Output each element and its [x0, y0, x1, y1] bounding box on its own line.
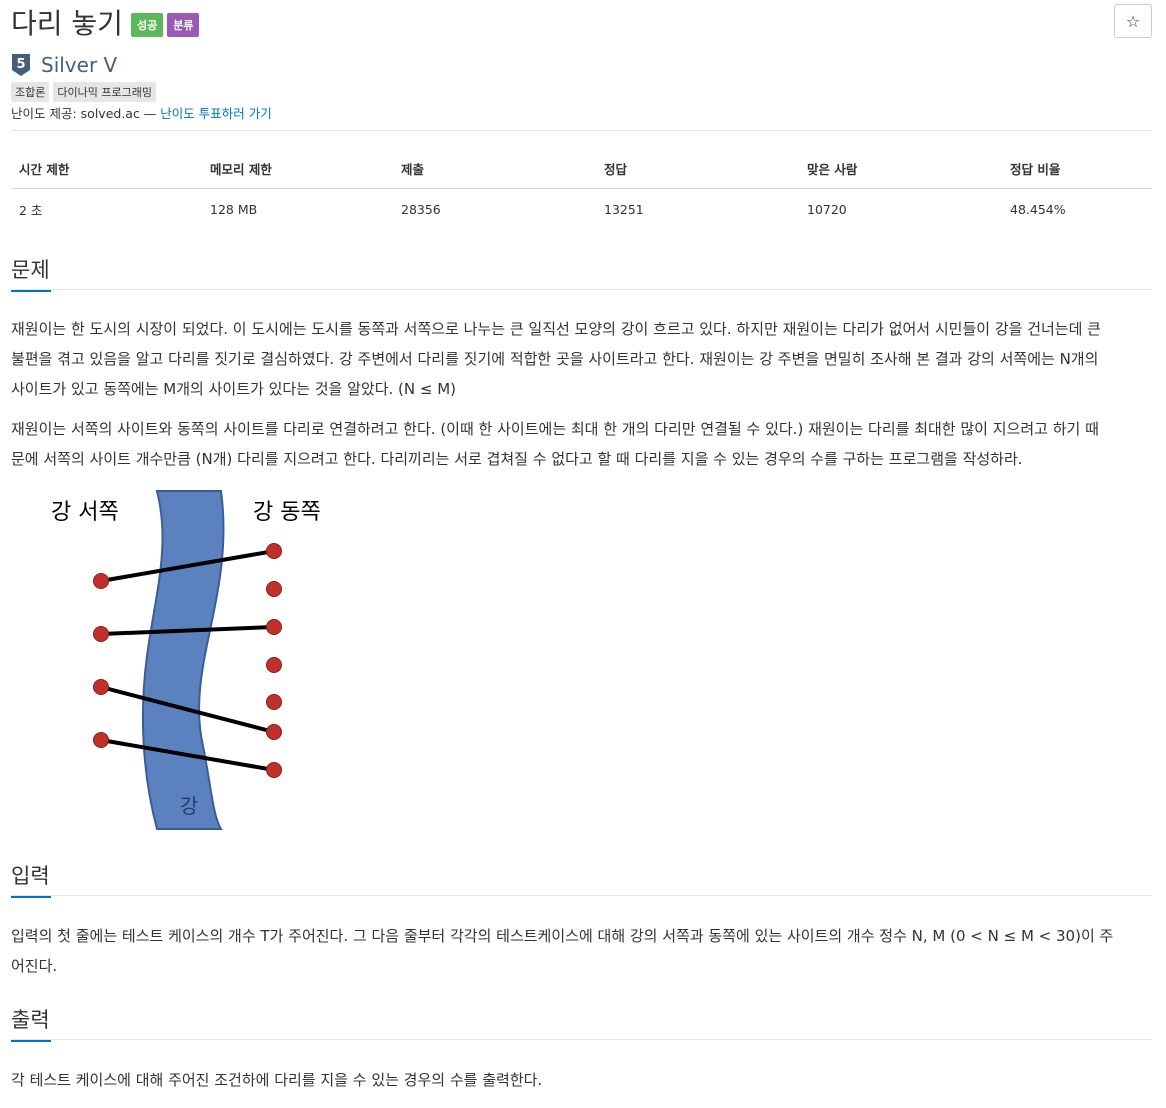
east-site	[266, 657, 282, 673]
east-bank-label: 강 동쪽	[253, 500, 321, 525]
vote-difficulty-link[interactable]: 난이도 투표하러 가기	[160, 106, 271, 121]
submissions-value[interactable]: 28356	[393, 189, 596, 231]
problem-line: 재원이는 서쪽의 사이트와 동쪽의 사이트를 다리로 연결하려고 한다. (이때…	[11, 420, 1099, 438]
stats-header-row: 시간 제한 메모리 제한 제출 정답 맞은 사람 정답 비율	[11, 148, 1152, 189]
east-site	[266, 762, 282, 778]
provider-text: 난이도 제공: solved.ac —	[11, 106, 157, 121]
east-site	[266, 581, 282, 597]
river-label: 강	[180, 794, 198, 818]
output-line: 각 테스트 케이스에 대해 주어진 조건하에 다리를 지을 수 있는 경우의 수…	[11, 1071, 543, 1089]
input-section-header: 입력	[11, 860, 1152, 898]
header-submissions: 제출	[393, 148, 596, 189]
problem-heading: 문제	[11, 258, 50, 282]
west-site	[93, 573, 109, 589]
difficulty-provider: 난이도 제공: solved.ac — 난이도 투표하러 가기	[11, 103, 272, 122]
problem-stats-table: 시간 제한 메모리 제한 제출 정답 맞은 사람 정답 비율 2 초 128 M…	[11, 148, 1152, 230]
star-icon: ☆	[1125, 11, 1141, 31]
accept-ratio-value: 48.454%	[1010, 202, 1066, 217]
category-badge[interactable]: 분류	[167, 13, 200, 37]
east-site	[266, 619, 282, 635]
tag-dynamic-programming[interactable]: 다이나믹 프로그래밍	[53, 82, 156, 102]
west-bank-label: 강 서쪽	[51, 500, 119, 525]
header-accepted: 정답	[596, 148, 799, 189]
time-limit-value: 2 초	[19, 203, 43, 218]
tier-row: 5 Silver V	[11, 53, 117, 77]
tier-number: 5	[16, 57, 25, 72]
title-row: 다리 놓기 성공 분류	[11, 4, 200, 40]
east-site	[266, 543, 282, 559]
header-solvers: 맞은 사람	[799, 148, 1002, 189]
problem-description-1: 재원이는 한 도시의 시장이 되었다. 이 도시에는 도시를 동쪽과 서쪽으로 …	[11, 314, 1152, 404]
east-site	[266, 694, 282, 710]
algorithm-tags: 조합론 다이나믹 프로그래밍	[11, 82, 156, 102]
problem-section-header: 문제	[11, 254, 1152, 292]
input-heading: 입력	[11, 864, 50, 888]
section-divider	[11, 1039, 1152, 1040]
problem-line: 문에 서쪽의 사이트 개수만큼 (N개) 다리를 지으려고 한다. 다리끼리는 …	[11, 450, 1023, 468]
output-description: 각 테스트 케이스에 대해 주어진 조건하에 다리를 지을 수 있는 경우의 수…	[11, 1065, 1152, 1095]
west-site	[93, 626, 109, 642]
problem-line: 재원이는 한 도시의 시장이 되었다. 이 도시에는 도시를 동쪽과 서쪽으로 …	[11, 320, 1101, 338]
problem-description-2: 재원이는 서쪽의 사이트와 동쪽의 사이트를 다리로 연결하려고 한다. (이때…	[11, 414, 1152, 474]
west-site	[93, 732, 109, 748]
divider	[11, 130, 1152, 131]
favorite-button[interactable]: ☆	[1114, 4, 1152, 38]
section-divider	[11, 289, 1152, 290]
west-site	[93, 679, 109, 695]
problem-line: 불편을 겪고 있음을 알고 다리를 짓기로 결심하였다. 강 주변에서 다리를 …	[11, 350, 1099, 368]
header-accept-ratio: 정답 비율	[1002, 148, 1152, 189]
header-memory-limit: 메모리 제한	[202, 148, 393, 189]
output-section-header: 출력	[11, 1004, 1152, 1042]
bridge-diagram: 강 강 서쪽 강 동쪽	[51, 490, 321, 830]
solvers-value[interactable]: 10720	[799, 189, 1002, 231]
problem-line: 사이트가 있고 동쪽에는 M개의 사이트가 있다는 것을 알았다. (N ≤ M…	[11, 380, 457, 398]
stats-value-row: 2 초 128 MB 28356 13251 10720 48.454%	[11, 189, 1152, 231]
tag-combinatorics[interactable]: 조합론	[11, 82, 50, 102]
tier-icon: 5	[12, 54, 30, 76]
problem-title: 다리 놓기	[11, 7, 123, 40]
section-divider	[11, 895, 1152, 896]
memory-limit-value: 128 MB	[210, 202, 258, 217]
header-time-limit: 시간 제한	[11, 148, 202, 189]
input-line: 어진다.	[11, 957, 58, 975]
success-badge[interactable]: 성공	[130, 13, 164, 37]
tier-name[interactable]: Silver V	[41, 53, 117, 77]
output-heading: 출력	[11, 1008, 50, 1032]
accepted-value: 13251	[604, 202, 644, 217]
input-line: 입력의 첫 줄에는 테스트 케이스의 개수 T가 주어진다. 그 다음 줄부터 …	[11, 927, 1114, 945]
input-description: 입력의 첫 줄에는 테스트 케이스의 개수 T가 주어진다. 그 다음 줄부터 …	[11, 921, 1152, 981]
river-shape	[141, 490, 225, 830]
east-site	[266, 724, 282, 740]
